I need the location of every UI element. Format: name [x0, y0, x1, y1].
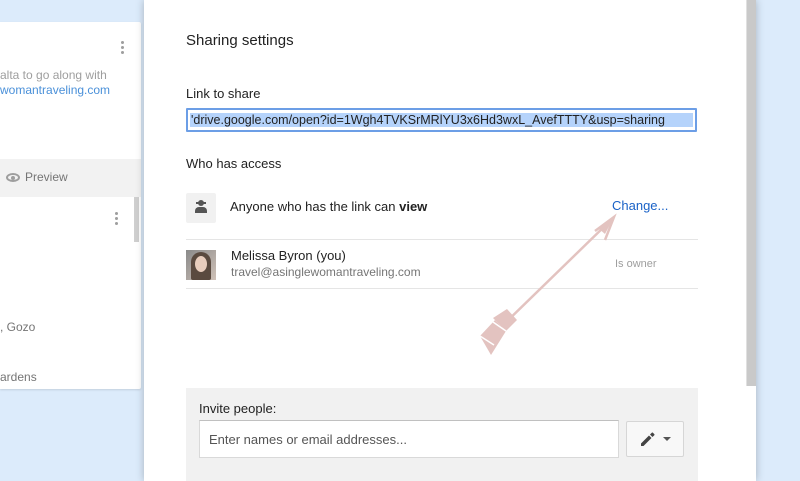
preview-label: Preview — [25, 170, 68, 184]
annotation-arrow — [479, 213, 617, 355]
preview-button[interactable]: Preview — [6, 170, 68, 184]
kebab-menu-icon[interactable] — [121, 41, 125, 56]
invite-input[interactable] — [199, 420, 619, 458]
invite-label: Invite people: — [199, 401, 277, 416]
eye-icon — [6, 172, 20, 182]
place-text-2: ardens — [0, 370, 37, 384]
card-link[interactable]: womantraveling.com — [0, 83, 110, 97]
pencil-icon — [641, 432, 655, 446]
card-scrollbar[interactable] — [134, 197, 139, 242]
card-description-text: alta to go along with — [0, 68, 107, 82]
place-text-1: , Gozo — [0, 320, 36, 334]
invite-panel: Invite people: — [186, 388, 698, 481]
background-card: alta to go along with womantraveling.com… — [0, 22, 141, 389]
permission-dropdown-button[interactable] — [626, 421, 684, 457]
preview-bar: Preview — [0, 159, 141, 197]
caret-down-icon — [663, 437, 671, 441]
kebab-menu-icon[interactable] — [115, 212, 119, 227]
sharing-dialog: Sharing settings Link to share 'drive.go… — [144, 0, 756, 481]
